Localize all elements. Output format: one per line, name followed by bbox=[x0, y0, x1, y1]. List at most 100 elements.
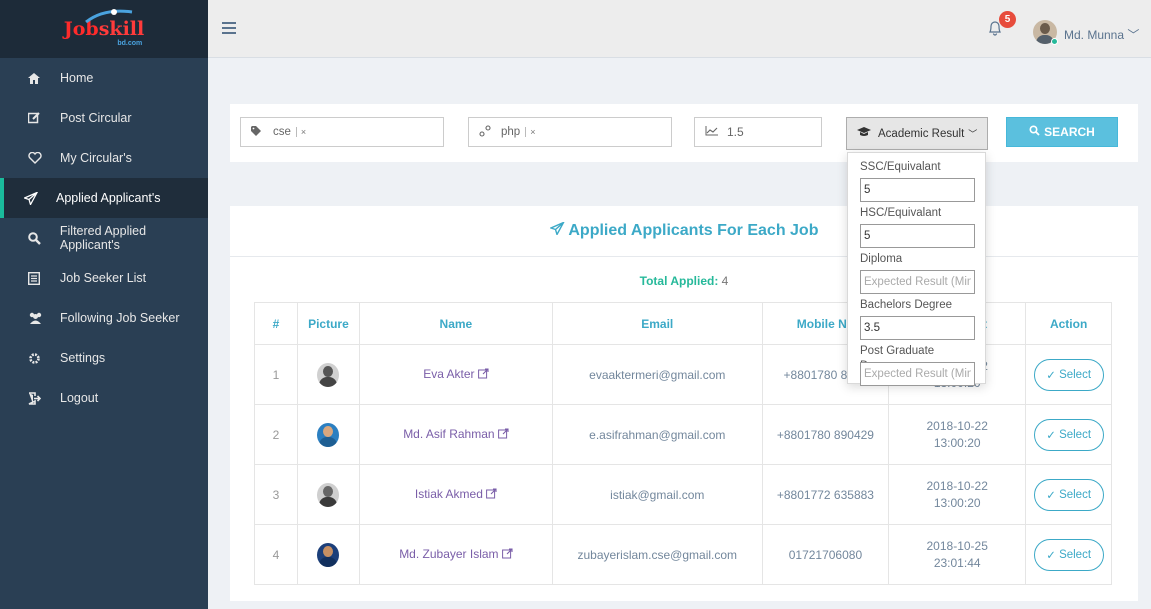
logo-swoosh-icon bbox=[84, 9, 132, 24]
heart-icon bbox=[28, 152, 50, 164]
sidebar-item-logout[interactable]: Logout bbox=[0, 378, 208, 418]
chevron-down-icon: ﹀ bbox=[968, 129, 978, 139]
post-graduate-result-input[interactable] bbox=[860, 362, 975, 386]
tag-chip: php × bbox=[497, 126, 539, 138]
sidebar-item-label: Following Job Seeker bbox=[60, 311, 180, 325]
applicant-name-link[interactable]: Istiak Akmed bbox=[415, 487, 483, 501]
name-cell[interactable]: Istiak Akmed bbox=[358, 464, 553, 525]
search-icon bbox=[1029, 125, 1040, 139]
sidebar-item-label: Applied Applicant's bbox=[56, 191, 161, 205]
bachelors-result-input[interactable] bbox=[860, 316, 975, 340]
sidebar-item-filtered-applicants[interactable]: Filtered Applied Applicant's bbox=[0, 218, 208, 258]
select-label: Select bbox=[1059, 368, 1092, 381]
remove-tag-icon[interactable]: × bbox=[295, 127, 306, 137]
user-menu[interactable]: Md. Munna ﹀ bbox=[1064, 26, 1139, 43]
logout-icon bbox=[28, 391, 50, 405]
sidebar-item-settings[interactable]: Settings bbox=[0, 338, 208, 378]
select-button[interactable]: ✓ Select bbox=[1033, 358, 1104, 391]
table-row: 3 Istiak Akmed istiak@gmail.com +8801772… bbox=[254, 464, 1112, 525]
sidebar-item-label: Filtered Applied Applicant's bbox=[59, 224, 147, 252]
applicant-name-link[interactable]: Md. Asif Rahman bbox=[403, 427, 494, 441]
select-button[interactable]: ✓ Select bbox=[1033, 478, 1104, 511]
external-link-icon[interactable] bbox=[501, 548, 513, 562]
applicant-name-link[interactable]: Md. Zubayer Islam bbox=[399, 547, 498, 561]
action-cell: ✓ Select bbox=[1025, 344, 1112, 405]
select-label: Select bbox=[1059, 488, 1092, 501]
logo[interactable]: Jobskill bd.com bbox=[0, 0, 208, 58]
applied-date: 2018-10-22 bbox=[926, 478, 988, 493]
sidebar-item-home[interactable]: Home bbox=[0, 58, 208, 98]
search-icon bbox=[28, 231, 50, 245]
external-link-icon[interactable] bbox=[497, 428, 509, 442]
sidebar-item-applied-applicants[interactable]: Applied Applicant's bbox=[0, 178, 208, 218]
column-header: Picture bbox=[296, 302, 360, 345]
chart-icon bbox=[705, 125, 719, 139]
total-applied: Total Applied: 4 bbox=[230, 274, 1138, 288]
applied-date: 2018-10-25 bbox=[926, 538, 988, 553]
name-cell[interactable]: Md. Zubayer Islam bbox=[358, 524, 553, 585]
result-filter-value: 1.5 bbox=[727, 125, 744, 139]
tag-chip: cse × bbox=[269, 126, 310, 138]
diploma-result-input[interactable] bbox=[860, 270, 975, 294]
column-header: Email bbox=[551, 302, 763, 345]
table-row: 2 Md. Asif Rahman e.asifrahman@gmail.com… bbox=[254, 404, 1112, 465]
sidebar-item-following-job-seeker[interactable]: Following Job Seeker bbox=[0, 298, 208, 338]
sidebar-item-my-circulars[interactable]: My Circular's bbox=[0, 138, 208, 178]
column-header: # bbox=[254, 302, 298, 345]
graduation-cap-icon bbox=[857, 127, 871, 140]
logo-subtext: bd.com bbox=[117, 40, 143, 47]
remove-tag-icon[interactable]: × bbox=[525, 127, 535, 137]
gear-icon bbox=[28, 352, 50, 365]
select-label: Select bbox=[1059, 548, 1092, 561]
applicants-panel: Applied Applicants For Each Job Total Ap… bbox=[230, 206, 1138, 601]
check-icon: ✓ bbox=[1046, 369, 1056, 382]
sidebar-item-label: Settings bbox=[60, 351, 106, 365]
mobile-cell: 01721706080 bbox=[761, 524, 890, 585]
academic-result-dropdown-button[interactable]: Academic Result ﹀ bbox=[846, 117, 988, 150]
result-filter-input[interactable]: 1.5 bbox=[694, 117, 822, 147]
sidebar-item-post-circular[interactable]: Post Circular bbox=[0, 98, 208, 138]
logo-text: Jobskill bd.com bbox=[64, 9, 144, 47]
applicant-name-link[interactable]: Eva Akter bbox=[423, 367, 474, 381]
panel-title: Applied Applicants For Each Job bbox=[230, 221, 1138, 240]
external-link-icon[interactable] bbox=[477, 368, 489, 382]
mobile-cell: +8801772 635883 bbox=[761, 464, 890, 525]
users-icon bbox=[28, 312, 50, 324]
tag-icon bbox=[251, 125, 263, 139]
sidebar-item-label: Home bbox=[60, 71, 94, 85]
send-icon bbox=[24, 191, 46, 205]
external-link-icon[interactable] bbox=[485, 488, 497, 502]
ssc-label: SSC/Equivalant bbox=[860, 161, 941, 173]
academic-result-label: Academic Result bbox=[878, 127, 965, 140]
technology-icon bbox=[479, 124, 491, 140]
picture-cell bbox=[296, 464, 360, 525]
email-cell: e.asifrahman@gmail.com bbox=[551, 404, 763, 465]
sidebar-item-label: Post Circular bbox=[60, 111, 132, 125]
academic-result-dropdown-menu: SSC/Equivalant HSC/Equivalant Diploma Ba… bbox=[847, 152, 986, 386]
hsc-label: HSC/Equivalant bbox=[860, 207, 942, 219]
skill-tags-input[interactable]: cse × bbox=[240, 117, 444, 147]
ssc-result-input[interactable] bbox=[860, 178, 975, 202]
email-cell: evaaktermeri@gmail.com bbox=[551, 344, 763, 405]
applied-time: 23:01:44 bbox=[933, 555, 981, 570]
online-status-indicator bbox=[1051, 38, 1058, 45]
name-cell[interactable]: Md. Asif Rahman bbox=[358, 404, 553, 465]
applied-date: 2018-10-22 bbox=[926, 418, 988, 433]
menu-toggle-icon[interactable] bbox=[222, 22, 236, 37]
hsc-result-input[interactable] bbox=[860, 224, 975, 248]
email-cell: zubayerislam.cse@gmail.com bbox=[551, 524, 763, 585]
row-number: 4 bbox=[254, 524, 298, 585]
sidebar-item-job-seeker-list[interactable]: Job Seeker List bbox=[0, 258, 208, 298]
notification-badge: 5 bbox=[999, 11, 1016, 28]
applied-at-cell: 2018-10-22 13:00:20 bbox=[888, 464, 1027, 525]
select-button[interactable]: ✓ Select bbox=[1033, 418, 1104, 451]
sidebar: Jobskill bd.com Home Post Circular My Ci… bbox=[0, 0, 208, 609]
technology-tags-input[interactable]: php × bbox=[468, 117, 672, 147]
action-cell: ✓ Select bbox=[1025, 524, 1112, 585]
action-cell: ✓ Select bbox=[1025, 404, 1112, 465]
divider bbox=[230, 256, 1138, 257]
select-button[interactable]: ✓ Select bbox=[1033, 538, 1104, 571]
name-cell[interactable]: Eva Akter bbox=[358, 344, 553, 405]
check-icon: ✓ bbox=[1046, 429, 1056, 442]
search-button[interactable]: SEARCH bbox=[1006, 117, 1118, 147]
